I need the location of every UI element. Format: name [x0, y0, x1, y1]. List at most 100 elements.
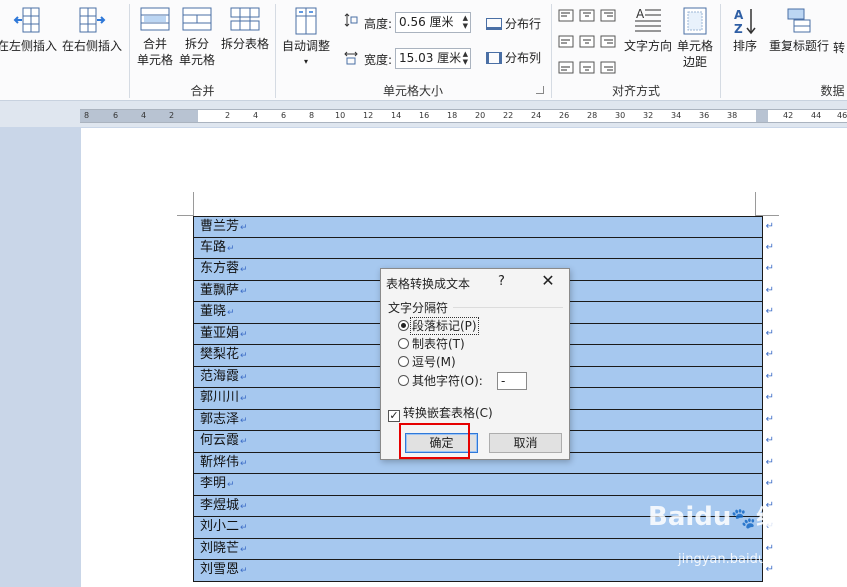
ruler-tick: 12	[363, 111, 374, 120]
paragraph-mark-icon: ↵	[240, 372, 248, 383]
merge-cells-button[interactable]: 合并 单元格	[134, 6, 176, 68]
row-end-mark-icon: ↵	[765, 370, 774, 382]
radio-comma[interactable]: 逗号(M)	[398, 354, 456, 370]
row-height-spinner[interactable]: 0.56 厘米 ▲ ▼	[395, 12, 471, 33]
table-cell-text: 刘晓芒	[200, 540, 240, 556]
spinner-arrows-icon[interactable]: ▲ ▼	[463, 50, 468, 66]
group-alignment-label: 对齐方式	[611, 84, 660, 98]
paragraph-mark-icon: ↵	[240, 286, 248, 297]
insert-right-label: 在右侧插入	[61, 39, 122, 53]
insert-right-button[interactable]: 在右侧插入	[61, 6, 123, 54]
paragraph-mark-icon: ↵	[240, 437, 248, 447]
row-end-mark-icon: ↵	[765, 221, 774, 232]
svg-text:Z: Z	[734, 22, 743, 36]
radio-icon[interactable]	[398, 356, 409, 367]
close-icon[interactable]: ✕	[538, 271, 558, 291]
dialog-title: 表格转换成文本	[386, 277, 471, 291]
table-cell-text: 曹兰芳	[200, 219, 240, 234]
insert-left-button[interactable]: 在左侧插入	[0, 6, 57, 54]
convert-nested-checkbox[interactable]: ✓ 转换嵌套表格(C)	[388, 405, 493, 422]
watermark-suffix: 经验	[756, 506, 801, 531]
row-end-mark-icon: ↵	[765, 327, 774, 339]
radio-paragraph-label: 段落标记(P)	[410, 317, 479, 335]
alignment-grid	[558, 9, 618, 75]
distribute-rows-button[interactable]: 分布行	[486, 16, 546, 32]
radio-other-label: 其他字符(O):	[412, 374, 483, 388]
paragraph-mark-icon: ↵	[240, 265, 248, 275]
cell-margins-icon	[683, 7, 707, 35]
table-cell-text: 董亚娟	[200, 325, 240, 341]
radio-selected-icon[interactable]	[398, 320, 409, 331]
distribute-columns-button[interactable]: 分布列	[486, 50, 546, 66]
text-direction-icon: A	[635, 7, 661, 32]
autofit-dropdown-icon: ▾	[303, 57, 308, 66]
table-row[interactable]: 李明↵ ↵	[193, 474, 774, 496]
row-end-mark-icon: ↵	[765, 349, 774, 360]
autofit-button[interactable]: 自动调整 ▾	[280, 6, 332, 70]
radio-other[interactable]: 其他字符(O):	[398, 373, 483, 389]
insert-left-label: 在左侧插入	[0, 39, 58, 53]
split-table-label: 拆分表格	[220, 37, 269, 51]
radio-tab[interactable]: 制表符(T)	[398, 336, 465, 352]
table-cell-text: 樊梨花	[200, 347, 240, 362]
ruler-tick: 4	[253, 111, 259, 120]
cancel-button[interactable]: 取消	[489, 433, 562, 453]
paragraph-mark-icon: ↵	[240, 394, 248, 404]
ruler-tick: 38	[727, 111, 738, 120]
ruler-tick: 42	[783, 111, 794, 120]
convert-table-to-text-dialog: 表格转换成文本 ? ✕ 文字分隔符 段落标记(P) 制表符(T) 逗号(M) 其…	[380, 268, 570, 460]
distribute-columns-icon	[486, 52, 502, 64]
help-icon[interactable]: ?	[498, 274, 505, 289]
paragraph-mark-icon: ↵	[227, 480, 235, 490]
text-direction-label: 文字方向	[623, 39, 672, 53]
sort-button[interactable]: A Z 排序	[727, 6, 763, 54]
ruler-tick: 4	[141, 111, 147, 120]
radio-icon[interactable]	[398, 338, 409, 349]
ribbon: 在左侧插入 在右侧插入 合并 单元格 拆分 单元格 拆分表格 合并 自动调整 ▾…	[0, 0, 847, 101]
ruler-right-marker	[756, 110, 768, 122]
cell-size-launcher-icon[interactable]	[536, 86, 544, 94]
table-row[interactable]: 曹兰芳↵ ↵	[193, 216, 774, 238]
height-label: 高度:	[364, 17, 393, 31]
ruler-tick: 32	[643, 111, 654, 120]
alignment-buttons-icon[interactable]	[558, 9, 618, 75]
repeat-header-button[interactable]: 重复标题行	[767, 6, 831, 54]
paragraph-mark-icon: ↵	[240, 501, 248, 512]
row-end-mark-icon: ↵	[765, 306, 774, 317]
paragraph-mark-icon: ↵	[240, 415, 248, 426]
radio-icon[interactable]	[398, 375, 409, 386]
group-cell-size-label: 单元格大小	[382, 84, 443, 98]
ruler-tick: 28	[587, 111, 598, 120]
cell-margins-label-1: 单元格	[676, 39, 713, 53]
merge-cells-label-1: 合并	[142, 37, 167, 51]
paragraph-mark-icon: ↵	[240, 458, 248, 469]
table-cell-text: 李煜城	[200, 497, 240, 513]
column-width-spinner[interactable]: 15.03 厘米 ▲ ▼	[395, 48, 471, 69]
ruler-tick: 24	[531, 111, 542, 120]
radio-tab-label: 制表符(T)	[412, 337, 465, 351]
ruler-tick: 26	[559, 111, 570, 120]
convert-button-partial[interactable]: 转	[831, 40, 847, 56]
spinner-arrows-icon[interactable]: ▲ ▼	[463, 14, 468, 30]
checkbox-checked-icon[interactable]: ✓	[388, 410, 400, 422]
paragraph-mark-icon: ↵	[240, 544, 248, 555]
split-cells-button[interactable]: 拆分 单元格	[176, 6, 218, 68]
insert-column-right-icon	[79, 7, 106, 33]
other-character-input[interactable]: -	[497, 372, 527, 390]
column-width-value: 15.03 厘米	[399, 51, 462, 65]
ruler-strip[interactable]: 8 6 4 2 2 4 6 8 10 12 14 16 18 20 22 24 …	[80, 109, 847, 123]
insert-column-left-icon	[13, 7, 40, 33]
text-direction-button[interactable]: A 文字方向	[622, 6, 674, 54]
table-cell-text: 刘雪恩	[200, 562, 240, 577]
annotation-highlight-box	[399, 423, 470, 459]
table-row[interactable]: 车路↵ ↵	[193, 237, 774, 259]
merge-cells-label-2: 单元格	[136, 53, 173, 67]
group-divider	[453, 307, 563, 308]
table-cell-text: 东方蓉	[200, 261, 240, 276]
table-cell-text: 刘小二	[200, 519, 240, 534]
cell-margins-button[interactable]: 单元格 边距	[674, 6, 716, 70]
split-cells-icon	[182, 7, 212, 31]
paragraph-mark-icon: ↵	[240, 351, 248, 361]
split-table-button[interactable]: 拆分表格	[218, 6, 272, 52]
radio-paragraph-mark[interactable]: 段落标记(P)	[398, 317, 479, 335]
